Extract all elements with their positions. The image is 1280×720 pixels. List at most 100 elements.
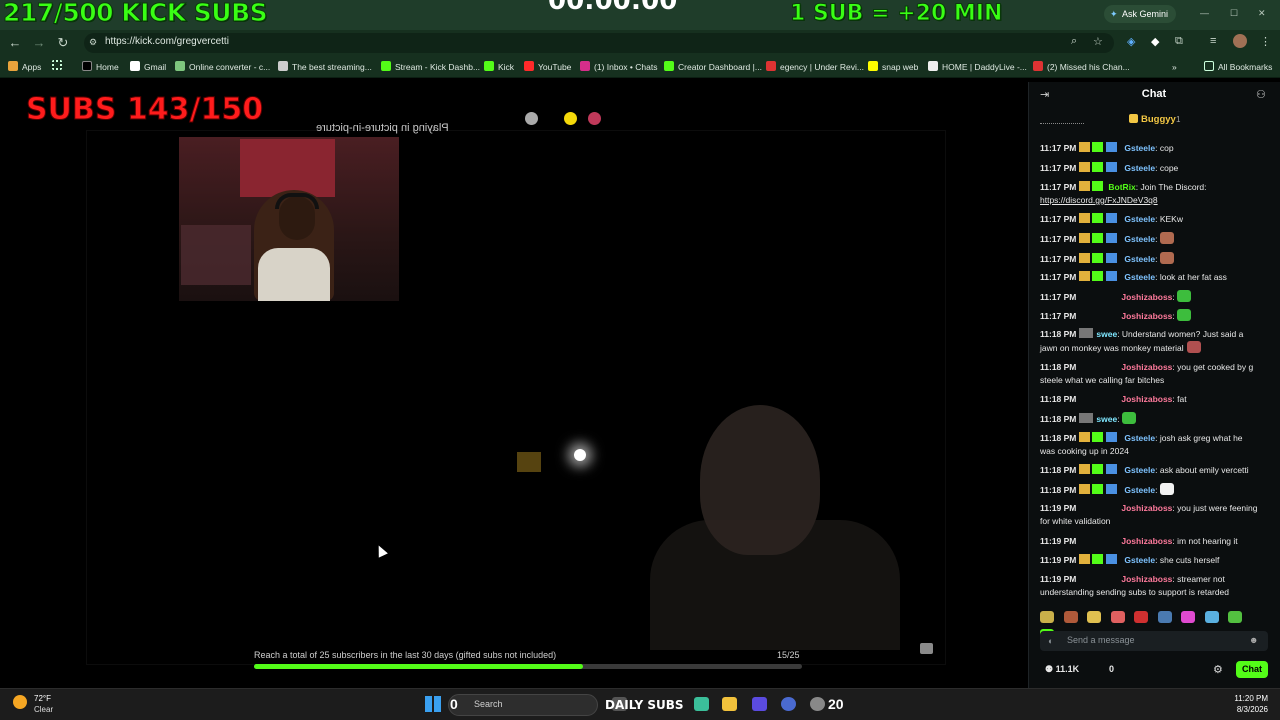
weather-condition[interactable]: Clear xyxy=(34,705,53,714)
windows-start-icon[interactable] xyxy=(425,696,441,712)
pip-label: Playing in picture-in-picture xyxy=(316,122,449,134)
forward-icon[interactable]: → xyxy=(30,34,48,52)
message-username[interactable]: Gsteele xyxy=(1124,433,1155,443)
message-text: Join The Discord: xyxy=(1140,182,1207,192)
discord-link[interactable]: https://discord.gg/FxJNDeV3q8 xyxy=(1040,195,1158,205)
emote-bar[interactable] xyxy=(1040,610,1270,641)
taskbar-app-icon[interactable] xyxy=(810,697,825,711)
message-username[interactable]: Joshizaboss xyxy=(1121,292,1172,302)
message-time: 11:19 PM xyxy=(1040,555,1077,565)
bookmark-4[interactable]: Stream - Kick Dashb... xyxy=(381,60,480,74)
message-username[interactable]: Joshizaboss xyxy=(1121,503,1172,513)
message-username[interactable]: Gsteele xyxy=(1124,143,1155,153)
bookmark-11[interactable]: HOME | DaddyLive -... xyxy=(928,60,1027,74)
clock-date[interactable]: 8/3/2026 xyxy=(1220,705,1268,714)
emote-icon[interactable] xyxy=(1157,611,1172,623)
emote-icon[interactable] xyxy=(1134,611,1148,623)
tab-search-icon[interactable]: ≡ xyxy=(1210,35,1216,47)
message-username[interactable]: Gsteele xyxy=(1124,234,1155,244)
emote-icon[interactable] xyxy=(1063,611,1078,623)
message-username[interactable]: BotRix xyxy=(1108,182,1135,192)
minimize-icon[interactable]: — xyxy=(1200,8,1209,18)
bookmark-apps[interactable]: Apps xyxy=(8,60,41,74)
bookmark-12[interactable]: (2) Missed his Chan... xyxy=(1033,60,1130,74)
message-username[interactable]: Gsteele xyxy=(1124,485,1155,495)
zoom-icon[interactable]: ⌕ xyxy=(1071,35,1077,48)
gemini-icon: ✦ xyxy=(1110,9,1118,19)
close-icon[interactable]: ✕ xyxy=(1258,8,1266,19)
apps-grid-icon[interactable] xyxy=(52,60,66,74)
bookmark-0[interactable]: Home xyxy=(82,60,119,74)
extensions-puzzle-icon[interactable]: ⧉ xyxy=(1175,35,1183,48)
message-username[interactable]: Joshizaboss xyxy=(1121,311,1172,321)
maximize-icon[interactable]: ☐ xyxy=(1230,8,1238,19)
message-username[interactable]: swee xyxy=(1096,329,1117,339)
bookmarks-overflow-icon[interactable]: » xyxy=(1172,60,1177,74)
site-info-icon[interactable]: ⚙ xyxy=(89,37,97,48)
gear-icon[interactable]: ⚙ xyxy=(1213,663,1223,676)
bookmark-1[interactable]: Gmail xyxy=(130,60,166,74)
message-username[interactable]: Gsteele xyxy=(1124,272,1155,282)
taskbar-app-icon[interactable] xyxy=(781,697,796,711)
ask-gemini-button[interactable]: ✦ Ask Gemini xyxy=(1104,5,1176,23)
bookmark-10[interactable]: snap web xyxy=(868,60,918,74)
pinned-user[interactable]: Buggyy xyxy=(1129,114,1176,125)
reload-icon[interactable]: ↻ xyxy=(54,34,72,52)
message-username[interactable]: Joshizaboss xyxy=(1121,536,1172,546)
headset-icon xyxy=(275,193,319,209)
emote-icon[interactable] xyxy=(1087,611,1101,623)
bookmark-2[interactable]: Online converter - c... xyxy=(175,60,270,74)
captions-icon[interactable] xyxy=(920,643,933,654)
extension-icon[interactable]: ◈ xyxy=(1127,35,1135,48)
gift-icon xyxy=(1129,114,1138,123)
address-bar[interactable] xyxy=(84,33,1114,53)
bookmark-5[interactable]: Kick xyxy=(484,60,514,74)
emote-icon[interactable] xyxy=(1040,611,1054,623)
viewer-count: ⚉ 11.1K xyxy=(1045,664,1080,674)
badges-icon xyxy=(1079,213,1122,223)
light-glow xyxy=(574,449,586,461)
chat-message: 11:17 PM Gsteele: look at her fat ass xyxy=(1040,271,1258,284)
message-username[interactable]: Gsteele xyxy=(1124,254,1155,264)
message-username[interactable]: Gsteele xyxy=(1124,214,1155,224)
extension-icon-2[interactable]: ◆ xyxy=(1151,35,1159,48)
taskbar-app-icon[interactable] xyxy=(694,697,709,711)
message-username[interactable]: Gsteele xyxy=(1124,555,1155,565)
message-username[interactable]: swee xyxy=(1096,414,1117,424)
chat-message: 11:19 PM Joshizaboss: im not hearing it xyxy=(1040,535,1258,548)
message-username[interactable]: Gsteele xyxy=(1124,163,1155,173)
back-icon[interactable]: ← xyxy=(6,34,24,52)
overlay-left-count: 0 xyxy=(450,696,458,712)
bookmark-9[interactable]: egency | Under Revi... xyxy=(766,60,864,74)
emote-icon[interactable] xyxy=(1181,611,1195,623)
emote-icon[interactable] xyxy=(1204,611,1219,623)
emote-icon[interactable] xyxy=(1228,611,1242,623)
emote-icon[interactable] xyxy=(1110,611,1125,623)
send-chat-button[interactable]: Chat xyxy=(1236,661,1268,678)
emote-icon xyxy=(1177,309,1192,321)
all-bookmarks[interactable]: All Bookmarks xyxy=(1204,60,1272,74)
bookmark-8[interactable]: Creator Dashboard |... xyxy=(664,60,762,74)
folder-icon[interactable] xyxy=(722,697,737,711)
bookmark-star-icon[interactable]: ☆ xyxy=(1093,35,1103,48)
daily-subs-overlay: DAILY SUBS xyxy=(605,698,684,712)
profile-avatar[interactable] xyxy=(1233,34,1247,48)
menu-icon[interactable]: ⋮ xyxy=(1260,35,1271,48)
emoji-picker-icon[interactable]: ☻ xyxy=(1249,635,1258,645)
bookmark-6[interactable]: YouTube xyxy=(524,60,571,74)
clock-time[interactable]: 11:20 PM xyxy=(1234,694,1268,703)
message-username[interactable]: Gsteele xyxy=(1124,465,1155,475)
taskbar-app-icon[interactable] xyxy=(752,697,767,711)
badges-icon xyxy=(1079,271,1122,281)
bookmark-3[interactable]: The best streaming... xyxy=(278,60,372,74)
emote-icon xyxy=(1159,252,1174,264)
weather-temp[interactable]: 72°F xyxy=(34,694,51,703)
message-username[interactable]: Joshizaboss xyxy=(1121,362,1172,372)
message-username[interactable]: Joshizaboss xyxy=(1121,574,1172,584)
bookmark-7[interactable]: (1) Inbox • Chats xyxy=(580,60,657,74)
message-username[interactable]: Joshizaboss xyxy=(1121,394,1172,404)
message-time: 11:17 PM xyxy=(1040,182,1077,192)
taskbar-search[interactable] xyxy=(448,694,598,716)
users-icon[interactable]: ⚇ xyxy=(1256,88,1266,101)
moon-icon[interactable] xyxy=(13,695,27,709)
